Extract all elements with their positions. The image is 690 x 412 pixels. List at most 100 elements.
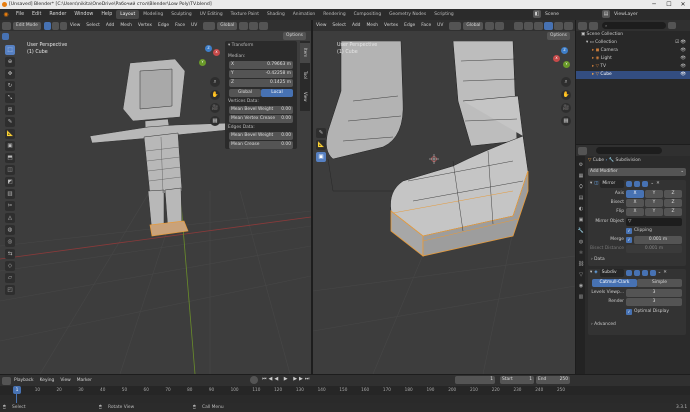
mean-crease-field[interactable]: Mean Crease 0.00	[229, 141, 293, 149]
r-annotate-icon[interactable]: ✎	[316, 128, 326, 138]
catmull-clark-toggle[interactable]: Catmull-Clark	[592, 279, 637, 287]
edge-slide-icon[interactable]: ⇆	[5, 249, 15, 259]
bevel-icon[interactable]: ◩	[5, 177, 15, 187]
r-menu-vertex[interactable]: Vertex	[381, 22, 401, 30]
mirror-header[interactable]: ▾ ◫ Mirror ⌄ ✕	[588, 180, 686, 188]
tab-sculpting[interactable]: Sculpting	[167, 10, 196, 19]
poly-build-icon[interactable]: ◬	[5, 213, 15, 223]
r-add-cube-icon[interactable]: ▣	[316, 152, 326, 162]
outliner-light[interactable]: ▸ ◉ Light 👁	[576, 55, 690, 63]
start-frame-field[interactable]: Start 1	[500, 376, 534, 384]
tab-layout[interactable]: Layout	[116, 10, 140, 19]
proportional-edit-icon[interactable]	[259, 21, 269, 30]
wireframe-shading-icon[interactable]	[534, 21, 544, 30]
outliner-scene-collection[interactable]: ▣ Scene Collection	[576, 31, 690, 39]
x-field[interactable]: X 0.79663 m	[229, 61, 293, 69]
face-select-icon[interactable]	[59, 21, 67, 30]
display-mode-icon[interactable]	[589, 21, 598, 30]
properties-editor-icon[interactable]	[578, 146, 587, 155]
merge-distance-field[interactable]: 0.001 m	[634, 236, 682, 244]
local-toggle[interactable]: Local	[261, 89, 293, 97]
r-menu-edge[interactable]: Edge	[401, 22, 418, 30]
optimal-display-checkbox[interactable]: ✓	[626, 309, 632, 315]
viewlayer-icon[interactable]: ▤	[602, 10, 610, 18]
y-field[interactable]: Y -0.42258 m	[229, 70, 293, 78]
add-cube-icon[interactable]: ▣	[5, 141, 15, 151]
loop-cut-icon[interactable]: ▥	[5, 189, 15, 199]
r-orientation-icon[interactable]	[449, 21, 462, 30]
flip-x-toggle[interactable]: X	[626, 208, 644, 216]
vertex-select-icon[interactable]	[43, 21, 51, 30]
subdiv-viewport-icon[interactable]	[641, 270, 648, 276]
menu-edge[interactable]: Edge	[155, 22, 172, 30]
gizmo-x-icon[interactable]: X	[213, 49, 220, 56]
r-measure-icon[interactable]: 📐	[316, 140, 326, 150]
viewport-toggle-icon[interactable]	[634, 181, 641, 187]
menu-select[interactable]: Select	[83, 22, 103, 30]
subdiv-header[interactable]: ▾ ◈ Subdiv ⌄ ✕	[588, 269, 686, 277]
z-field[interactable]: Z 0.1425 m	[229, 79, 293, 87]
smooth-icon[interactable]: ◎	[5, 237, 15, 247]
bisect-x-toggle[interactable]: X	[626, 199, 644, 207]
tab-rendering[interactable]: Rendering	[319, 10, 349, 19]
mode-dropdown[interactable]: Edit Mode	[13, 21, 41, 30]
tab-view[interactable]: View	[300, 87, 310, 107]
collapse-icon[interactable]: ▾	[590, 180, 592, 188]
tab-texture-paint[interactable]: Texture Paint	[227, 10, 263, 19]
edit-mode-toggle-icon[interactable]	[626, 181, 633, 187]
tab-tool[interactable]: Tool	[300, 65, 310, 85]
cube-visibility-icon[interactable]: 👁	[680, 71, 686, 79]
inset-icon[interactable]: ◫	[5, 165, 15, 175]
extrude-icon[interactable]: ⬒	[5, 153, 15, 163]
r-zoom-icon[interactable]: ⌕	[561, 77, 571, 87]
timeline-area[interactable]: 0102030405060708090100110120130140150160…	[0, 386, 690, 403]
shear-icon[interactable]: ▱	[5, 273, 15, 283]
end-frame-field[interactable]: End 250	[536, 376, 570, 384]
flip-y-toggle[interactable]: Y	[645, 208, 663, 216]
r-options-dropdown[interactable]: Options	[547, 32, 570, 40]
merge-checkbox[interactable]: ✓	[626, 237, 632, 243]
orientation-dropdown[interactable]: Global	[217, 21, 238, 30]
xray-icon[interactable]	[524, 21, 534, 30]
modifier-menu-icon[interactable]: ⌄	[650, 180, 654, 188]
bisect-z-toggle[interactable]: Z	[664, 199, 682, 207]
menu-face[interactable]: Face	[172, 22, 188, 30]
rotate-icon[interactable]: ↻	[5, 81, 15, 91]
menu-keying[interactable]: Keying	[37, 377, 58, 385]
playback-controls-icon[interactable]: ⏮◀◀ ▶ ▶▶⏭	[262, 376, 311, 382]
viewlayer-name[interactable]: ViewLayer	[614, 10, 638, 19]
cursor-icon[interactable]: ⊕	[5, 57, 15, 67]
edge-select-icon[interactable]	[51, 21, 59, 30]
collection-visibility-icon[interactable]: ☑ 👁	[675, 39, 686, 47]
perspective-grid-icon[interactable]: ▦	[210, 116, 220, 126]
menu-vertex[interactable]: Vertex	[135, 22, 155, 30]
tab-geometry-nodes[interactable]: Geometry Nodes	[385, 10, 430, 19]
camera-view-icon[interactable]: 🎥	[210, 103, 220, 113]
menu-uv[interactable]: UV	[188, 22, 200, 30]
editor-type-icon[interactable]	[2, 21, 11, 30]
r-grid-icon[interactable]: ▦	[561, 116, 571, 126]
tab-uv-editing[interactable]: UV Editing	[196, 10, 227, 19]
r-pan-hand-icon[interactable]: ✋	[561, 90, 571, 100]
r-menu-view[interactable]: View	[313, 22, 329, 30]
tab-modeling[interactable]: Modeling	[139, 10, 167, 19]
subdiv-cage-icon[interactable]	[625, 270, 632, 276]
nav-gizmo[interactable]: X Z Y	[196, 45, 222, 71]
r-menu-face[interactable]: Face	[418, 22, 434, 30]
menu-help[interactable]: Help	[97, 9, 116, 20]
render-toggle-icon[interactable]	[642, 181, 649, 187]
r-camera-view-icon[interactable]: 🎥	[561, 103, 571, 113]
axis-z-toggle[interactable]: Z	[664, 190, 682, 198]
r-orientation-dropdown[interactable]: Global	[463, 21, 484, 30]
properties-search-input[interactable]	[596, 147, 662, 154]
zoom-icon[interactable]: ⌕	[210, 77, 220, 87]
menu-view[interactable]: View	[67, 22, 83, 30]
outliner-cube[interactable]: ▸ ▽ Cube 👁	[576, 71, 690, 79]
subdiv-collapse-icon[interactable]: ▾	[590, 269, 592, 277]
measure-icon[interactable]: 📐	[5, 129, 15, 139]
snap-icon[interactable]	[249, 21, 259, 30]
transform-orientation-icon[interactable]	[203, 21, 216, 30]
delete-modifier-icon[interactable]: ✕	[656, 180, 660, 188]
gizmo-y-icon[interactable]: Y	[199, 59, 206, 66]
solid-shading-icon[interactable]	[544, 21, 554, 30]
